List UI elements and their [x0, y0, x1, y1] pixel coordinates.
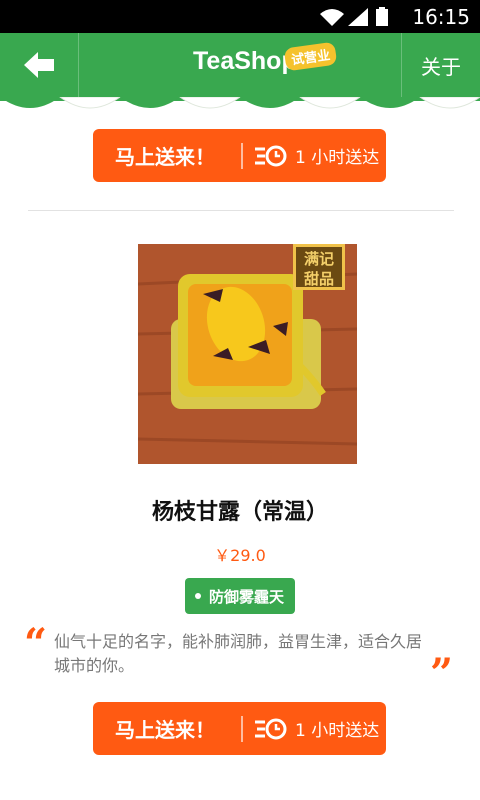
close-quote-icon: ” [430, 650, 454, 697]
product-name: 杨枝甘露（常温） [151, 500, 328, 525]
stamp-text-2: 甜品 [303, 270, 334, 288]
deliver-now-label: 马上送来！ [115, 145, 215, 169]
battery-icon [376, 7, 388, 26]
wifi-icon [320, 9, 344, 26]
button-divider [241, 142, 243, 169]
app-title: TeaShop [193, 47, 297, 75]
tag-label: 防御雾霾天 [209, 587, 285, 606]
divider [28, 210, 454, 211]
app-header: TeaShop 试营业 关于 [0, 33, 480, 97]
brand-stamp: 满记 甜品 [293, 244, 345, 290]
about-button[interactable]: 关于 [401, 33, 480, 97]
tag-dot-icon [195, 593, 201, 599]
back-arrow-icon [24, 52, 54, 78]
back-button[interactable] [0, 33, 79, 97]
product-description: 仙气十足的名字，能补肺润肺，益胃生津，适合久居城市的你。 [54, 632, 423, 675]
delivery-time-label: 1 小时送达 [295, 148, 380, 168]
system-icons [318, 6, 398, 32]
awning-decoration [0, 97, 480, 109]
status-bar: 16:15 [0, 0, 480, 33]
deliver-now-button-top[interactable]: 马上送来！ 1 小时送达 [93, 129, 386, 182]
stamp-text-1: 满记 [303, 250, 334, 268]
product-price: ￥29.0 [214, 546, 266, 565]
delivery-clock-icon [255, 145, 287, 166]
deliver-now-label: 马上送来！ [115, 718, 215, 742]
product-image[interactable]: 满记 甜品 [138, 244, 357, 464]
signal-icon [348, 8, 368, 26]
open-quote-icon: “ [24, 620, 48, 667]
delivery-time-label: 1 小时送达 [295, 721, 380, 741]
delivery-clock-icon [255, 718, 287, 739]
clock-time: 16:15 [412, 5, 470, 29]
product-tag: 防御雾霾天 [185, 578, 295, 614]
deliver-now-button-bottom[interactable]: 马上送来！ 1 小时送达 [93, 702, 386, 755]
button-divider [241, 715, 243, 742]
